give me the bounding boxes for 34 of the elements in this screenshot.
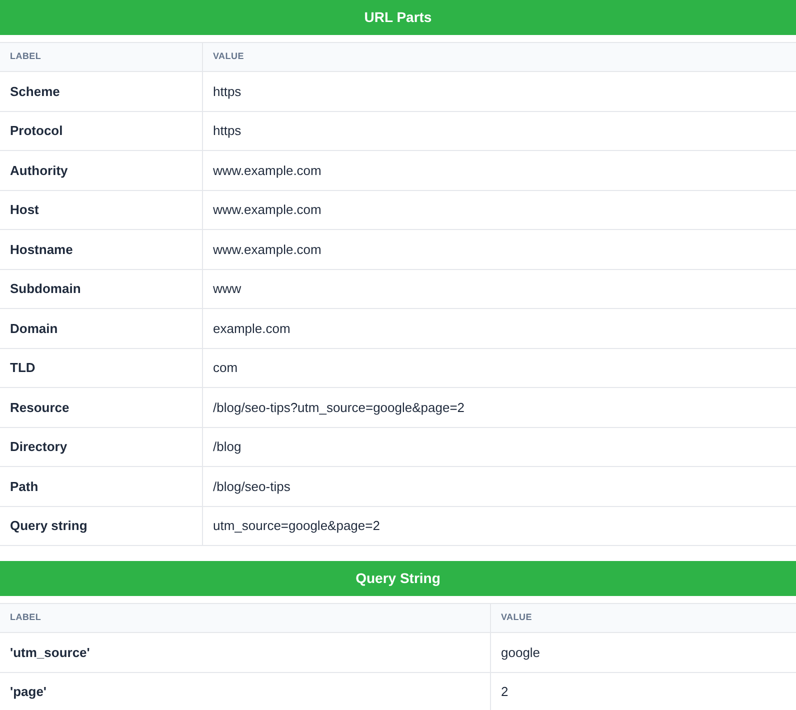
value-cell-text: www <box>213 280 242 298</box>
column-header: VALUE <box>213 50 244 64</box>
label-cell-text: Domain <box>10 320 58 338</box>
label-cell-text: TLD <box>10 359 36 377</box>
label-cell-text: Directory <box>10 438 68 456</box>
value-cell-text: example.com <box>213 320 290 338</box>
value-cell-text: https <box>213 82 242 101</box>
label-cell-text: Scheme <box>10 82 60 100</box>
value-cell-text: /blog <box>213 438 242 456</box>
value-cell-text: google <box>501 644 540 662</box>
label-cell-text: 'utm_source' <box>10 644 90 662</box>
value-cell-text: utm_source=google&page=2 <box>213 517 380 535</box>
value-cell-text: 2 <box>501 683 508 701</box>
value-cell-text: www.example.com <box>213 201 322 219</box>
section-title: URL Parts <box>364 8 432 27</box>
label-cell-text: Path <box>10 478 38 496</box>
section-title: Query String <box>356 569 440 588</box>
label-cell-text: Authority <box>10 162 68 180</box>
column-header: VALUE <box>501 611 532 624</box>
label-cell-text: Resource <box>10 398 70 416</box>
value-cell-text: https <box>213 122 242 140</box>
column-header: LABEL <box>10 50 42 64</box>
value-cell-text: www.example.com <box>213 240 322 259</box>
value-cell-text: /blog/seo-tips?utm_source=google&page=2 <box>213 398 465 417</box>
label-cell-text: Query string <box>10 517 88 535</box>
value-cell-text: www.example.com <box>213 162 322 180</box>
value-cell-text: /blog/seo-tips <box>213 478 290 496</box>
label-cell-text: Hostname <box>10 240 73 258</box>
label-cell-text: Protocol <box>10 122 63 140</box>
value-cell-text: com <box>213 359 238 377</box>
label-cell-text: 'page' <box>10 683 47 701</box>
label-cell-text: Subdomain <box>10 280 81 298</box>
column-header: LABEL <box>10 611 42 624</box>
label-cell-text: Host <box>10 201 39 219</box>
